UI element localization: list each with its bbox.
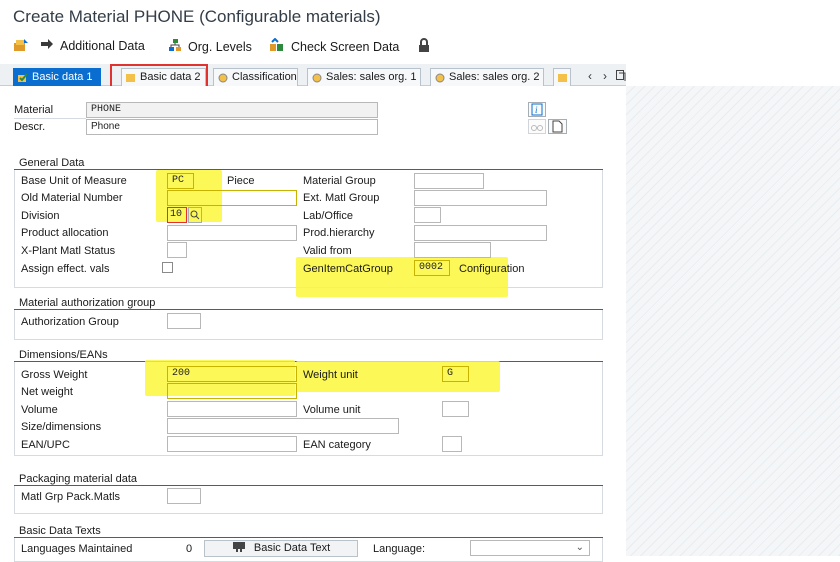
ean-upc-field[interactable] [167,436,297,452]
tab-sales-org-1[interactable]: Sales: sales org. 1 [307,68,421,86]
org-levels-label: Org. Levels [188,39,252,54]
tab-basic-data-1[interactable]: Basic data 1 [13,68,101,86]
tab-label: Sales: sales org. 2 [449,71,540,83]
base-uom-field[interactable]: PC [167,173,194,189]
additional-data-button[interactable]: Additional Data [40,38,145,53]
text-edit-icon [232,541,246,558]
weight-unit-field[interactable]: G [442,366,469,382]
background-pattern [626,86,840,556]
basic-texts-header: Basic Data Texts [14,524,603,538]
lab-office-label: Lab/Office [303,210,353,222]
volume-unit-field[interactable] [442,401,469,417]
languages-maintained-label: Languages Maintained [21,543,133,555]
lab-office-field[interactable] [414,207,441,223]
product-allocation-field[interactable] [167,225,297,241]
tab-status-icon [435,72,445,83]
tab-status-icon [558,72,568,82]
xplant-status-field[interactable] [167,242,187,258]
xplant-status-label: X-Plant Matl Status [21,245,116,257]
org-hierarchy-icon [168,38,182,55]
assign-effect-checkbox[interactable] [162,262,173,273]
base-uom-text: Piece [227,175,255,187]
check-data-icon [269,37,285,55]
glasses-icon[interactable] [528,119,546,134]
tab-label: Basic data 1 [32,71,93,83]
tab-list-icon[interactable] [616,70,626,85]
description-field[interactable]: Phone [86,119,378,135]
additional-data-label: Additional Data [60,38,145,53]
lock-icon[interactable] [418,38,430,53]
check-screen-data-label: Check Screen Data [291,39,400,54]
tab-label: Classification [232,71,297,83]
basic-data-text-button[interactable]: Basic Data Text [204,540,358,557]
check-screen-data-button[interactable]: Check Screen Data [269,37,400,55]
gen-item-cat-field[interactable]: 0002 [414,260,450,276]
general-data-header: General Data [14,156,603,170]
division-label: Division [21,210,60,222]
tab-classification[interactable]: Classification [213,68,298,86]
languages-maintained-value: 0 [186,543,193,555]
assign-effect-label: Assign effect. vals [21,263,110,275]
header-divider [14,118,86,119]
auth-group-header: Material authorization group [14,296,603,310]
material-label: Material [14,104,54,116]
language-select[interactable]: ⌄ [470,540,590,556]
division-value-help-icon[interactable] [188,207,202,223]
gross-weight-label: Gross Weight [21,369,88,381]
packaging-header: Packaging material data [14,472,603,486]
tab-label: Sales: sales org. 1 [326,71,417,83]
save-icon[interactable] [13,38,29,52]
tab-status-icon [218,72,228,83]
ext-matl-group-field[interactable] [414,190,547,206]
volume-field[interactable] [167,401,297,417]
valid-from-field[interactable] [414,242,491,258]
division-field[interactable]: 10 [167,207,187,223]
svg-text:i: i [535,105,538,115]
tab-scroll-left-icon[interactable]: ‹ [588,69,592,83]
prod-hierarchy-field[interactable] [414,225,547,241]
gen-item-cat-label: GenItemCatGroup [303,263,393,275]
old-material-field[interactable] [167,190,297,206]
info-button[interactable]: i [528,102,546,117]
descr-label: Descr. [14,121,46,133]
auth-group-label: Authorization Group [21,316,119,328]
matl-grp-pack-field[interactable] [167,488,201,504]
material-group-label: Material Group [303,175,376,187]
org-levels-button[interactable]: Org. Levels [168,38,252,55]
tab-scroll-right-icon[interactable]: › [603,69,607,83]
tab-overflow[interactable] [553,68,571,86]
gen-item-cat-text: Configuration [459,263,525,275]
window-title: Create Material PHONE (Configurable mate… [13,7,381,26]
language-label: Language: [373,543,425,555]
ean-category-field[interactable] [442,436,462,452]
tab-status-icon [18,72,28,82]
ext-matl-group-label: Ext. Matl Group [303,192,380,204]
document-icon[interactable] [548,119,567,134]
valid-from-label: Valid from [303,245,352,257]
ean-upc-label: EAN/UPC [21,439,70,451]
volume-label: Volume [21,404,58,416]
base-uom-label: Base Unit of Measure [21,175,127,187]
gross-weight-field[interactable]: 200 [167,366,297,382]
size-dimensions-field[interactable] [167,418,399,434]
ean-category-label: EAN category [303,439,371,451]
tab-status-icon [312,72,322,83]
net-weight-label: Net weight [21,386,73,398]
material-group-field[interactable] [414,173,484,189]
size-dimensions-label: Size/dimensions [21,421,102,433]
volume-unit-label: Volume unit [303,404,361,416]
chevron-down-icon: ⌄ [575,542,584,553]
matl-grp-pack-label: Matl Grp Pack.Matls [21,491,121,503]
net-weight-field[interactable] [167,383,297,399]
weight-unit-label: Weight unit [303,369,358,381]
prod-hierarchy-label: Prod.hierarchy [303,227,375,239]
basic-data-text-label: Basic Data Text [253,542,331,554]
dimensions-header: Dimensions/EANs [14,348,603,362]
arrow-right-icon [40,38,54,53]
tab-sales-org-2[interactable]: Sales: sales org. 2 [430,68,544,86]
product-allocation-label: Product allocation [21,227,109,239]
material-field[interactable]: PHONE [86,102,378,118]
old-material-label: Old Material Number [21,192,123,204]
auth-group-field[interactable] [167,313,201,329]
